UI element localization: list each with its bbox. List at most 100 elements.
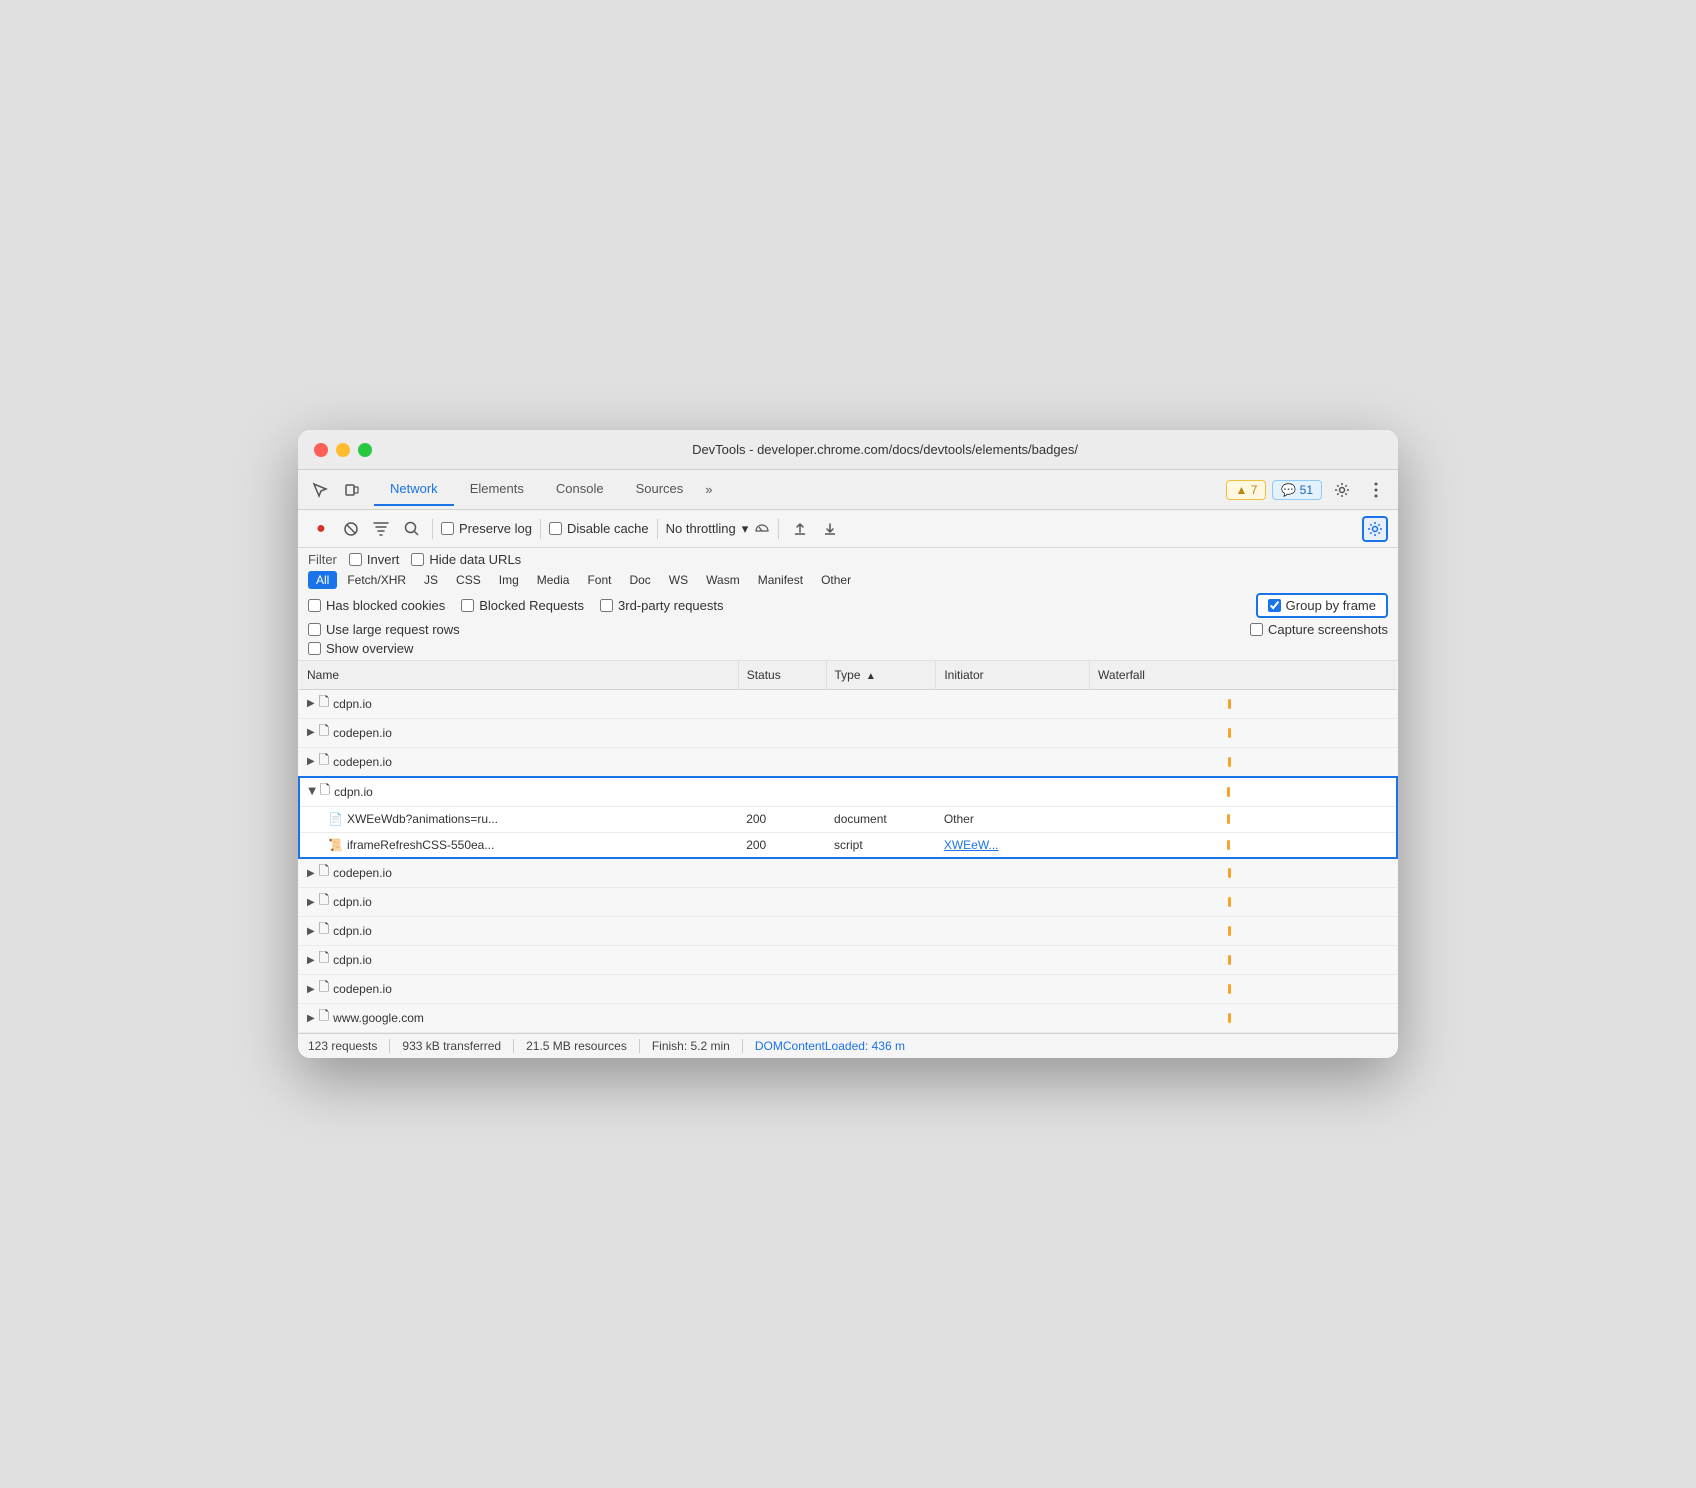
group-by-frame-checkbox[interactable]: Group by frame xyxy=(1256,593,1388,618)
third-party-input[interactable] xyxy=(600,599,613,612)
table-row[interactable]: ▶ 🗋 cdpn.io xyxy=(299,888,1397,917)
table-row[interactable]: ▶ 🗋 cdpn.io xyxy=(299,777,1397,807)
collapse-icon[interactable]: ▶ xyxy=(307,955,315,966)
disable-cache-input[interactable] xyxy=(549,522,562,535)
collapse-icon[interactable]: ▶ xyxy=(307,897,315,908)
initiator-link[interactable]: XWEeW... xyxy=(944,838,999,852)
collapse-icon[interactable]: ▶ xyxy=(307,868,315,879)
preserve-log-input[interactable] xyxy=(441,522,454,535)
filter-type-font[interactable]: Font xyxy=(579,571,619,589)
table-row[interactable]: ▶ 🗋 cdpn.io xyxy=(299,946,1397,975)
row-name-cell: ▶ 🗋 cdpn.io xyxy=(299,946,738,975)
tab-network[interactable]: Network xyxy=(374,473,454,506)
record-button[interactable]: ● xyxy=(308,516,334,542)
filter-type-other[interactable]: Other xyxy=(813,571,859,589)
capture-screenshots-checkbox[interactable]: Capture screenshots xyxy=(1250,622,1388,637)
filter-type-doc[interactable]: Doc xyxy=(621,571,658,589)
filter-type-wasm[interactable]: Wasm xyxy=(698,571,748,589)
large-rows-input[interactable] xyxy=(308,623,321,636)
table-row[interactable]: ▶ 🗋 codepen.io xyxy=(299,858,1397,888)
table-row[interactable]: ▶ 🗋 codepen.io xyxy=(299,975,1397,1004)
col-initiator-header[interactable]: Initiator xyxy=(936,661,1090,689)
folder-icon: 🗋 xyxy=(319,1007,329,1029)
collapse-icon[interactable]: ▶ xyxy=(307,1013,315,1024)
tab-bar: Network Elements Console Sources » ▲ 7 💬… xyxy=(298,470,1398,510)
filter-type-manifest[interactable]: Manifest xyxy=(750,571,811,589)
close-button[interactable] xyxy=(314,443,328,457)
hide-data-urls-checkbox[interactable]: Hide data URLs xyxy=(411,552,521,567)
table-row[interactable]: 📄 XWEeWdb?animations=ru... 200 document … xyxy=(299,806,1397,832)
expand-icon[interactable]: ▶ xyxy=(306,788,317,796)
minimize-button[interactable] xyxy=(336,443,350,457)
show-overview-input[interactable] xyxy=(308,642,321,655)
tab-console[interactable]: Console xyxy=(540,473,620,506)
hide-data-urls-input[interactable] xyxy=(411,553,424,566)
filter-type-css[interactable]: CSS xyxy=(448,571,489,589)
table-row[interactable]: ▶ 🗋 www.google.com xyxy=(299,1004,1397,1033)
collapse-icon[interactable]: ▶ xyxy=(307,984,315,995)
table-row[interactable]: ▶ 🗋 codepen.io xyxy=(299,718,1397,747)
row-domain: codepen.io xyxy=(333,866,392,880)
inspect-icon[interactable] xyxy=(306,476,334,504)
fullscreen-button[interactable] xyxy=(358,443,372,457)
throttle-control[interactable]: No throttling ▾ xyxy=(666,521,771,537)
row-status xyxy=(738,946,826,975)
tab-sources[interactable]: Sources xyxy=(620,473,700,506)
blocked-requests-input[interactable] xyxy=(461,599,474,612)
row-waterfall xyxy=(1090,747,1397,777)
filter-button[interactable] xyxy=(368,516,394,542)
filter-type-media[interactable]: Media xyxy=(529,571,578,589)
col-waterfall-header[interactable]: Waterfall xyxy=(1090,661,1397,689)
row-initiator: XWEeW... xyxy=(936,832,1090,858)
tab-elements[interactable]: Elements xyxy=(454,473,540,506)
invert-checkbox[interactable]: Invert xyxy=(349,552,400,567)
invert-input[interactable] xyxy=(349,553,362,566)
doc-file-icon: 📄 xyxy=(328,812,343,826)
device-icon[interactable] xyxy=(338,476,366,504)
filter-type-js[interactable]: JS xyxy=(416,571,446,589)
capture-screenshots-input[interactable] xyxy=(1250,623,1263,636)
message-badge[interactable]: 💬 51 xyxy=(1272,480,1322,500)
upload-button[interactable] xyxy=(787,516,813,542)
col-type-header[interactable]: Type ▲ xyxy=(826,661,936,689)
search-button[interactable] xyxy=(398,516,424,542)
collapse-icon[interactable]: ▶ xyxy=(307,727,315,738)
show-overview-checkbox[interactable]: Show overview xyxy=(308,641,413,656)
col-name-header[interactable]: Name xyxy=(299,661,738,689)
filter-type-fetch[interactable]: Fetch/XHR xyxy=(339,571,414,589)
filter-types: All Fetch/XHR JS CSS Img Media Font Doc … xyxy=(308,571,1388,589)
table-row[interactable]: 📜 iframeRefreshCSS-550ea... 200 script X… xyxy=(299,832,1397,858)
download-button[interactable] xyxy=(817,516,843,542)
row-type xyxy=(826,888,936,917)
filter-type-ws[interactable]: WS xyxy=(661,571,696,589)
row-waterfall xyxy=(1090,946,1397,975)
warning-badge[interactable]: ▲ 7 xyxy=(1226,480,1266,500)
row-name-cell: ▶ 🗋 www.google.com xyxy=(299,1004,738,1033)
group-by-frame-input[interactable] xyxy=(1268,599,1281,612)
row-waterfall xyxy=(1090,718,1397,747)
collapse-icon[interactable]: ▶ xyxy=(307,698,315,709)
preserve-log-checkbox[interactable]: Preserve log xyxy=(441,521,532,536)
table-row[interactable]: ▶ 🗋 cdpn.io xyxy=(299,689,1397,718)
large-rows-checkbox[interactable]: Use large request rows xyxy=(308,622,460,637)
col-status-header[interactable]: Status xyxy=(738,661,826,689)
disable-cache-checkbox[interactable]: Disable cache xyxy=(549,521,649,536)
more-tabs-icon[interactable]: » xyxy=(699,474,718,505)
blocked-requests-checkbox[interactable]: Blocked Requests xyxy=(461,598,584,613)
blocked-cookies-input[interactable] xyxy=(308,599,321,612)
row-status xyxy=(738,747,826,777)
row-initiator xyxy=(936,1004,1090,1033)
table-row[interactable]: ▶ 🗋 codepen.io xyxy=(299,747,1397,777)
filter-type-all[interactable]: All xyxy=(308,571,337,589)
collapse-icon[interactable]: ▶ xyxy=(307,756,315,767)
more-options-icon[interactable] xyxy=(1362,476,1390,504)
throttle-dropdown-icon[interactable]: ▾ xyxy=(742,521,749,537)
collapse-icon[interactable]: ▶ xyxy=(307,926,315,937)
third-party-checkbox[interactable]: 3rd-party requests xyxy=(600,598,724,613)
settings-icon[interactable] xyxy=(1328,476,1356,504)
filter-type-img[interactable]: Img xyxy=(491,571,527,589)
table-row[interactable]: ▶ 🗋 cdpn.io xyxy=(299,917,1397,946)
network-settings-button[interactable] xyxy=(1362,516,1388,542)
clear-button[interactable] xyxy=(338,516,364,542)
blocked-cookies-checkbox[interactable]: Has blocked cookies xyxy=(308,598,445,613)
